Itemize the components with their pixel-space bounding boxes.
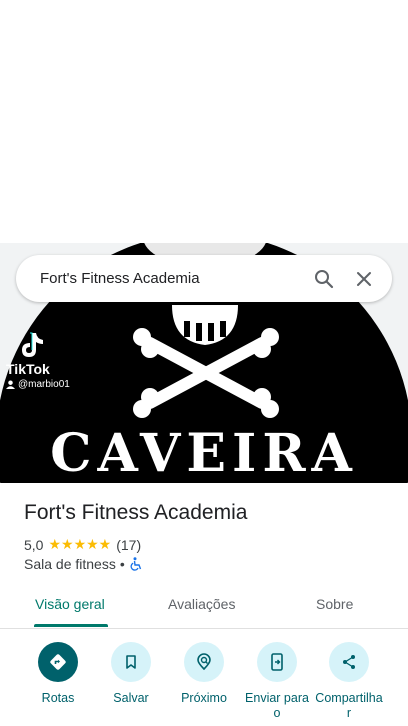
- share-icon: [329, 642, 369, 682]
- review-count: (17): [116, 536, 142, 553]
- tiktok-username: @marbio01: [6, 379, 70, 390]
- tab-overview[interactable]: Visão geral: [35, 596, 105, 612]
- directions-button[interactable]: Rotas: [22, 642, 94, 706]
- nearby-label: Próximo: [181, 691, 227, 705]
- tab-bar: Visão geral Avaliações Sobre: [0, 588, 408, 629]
- save-label: Salvar: [113, 691, 149, 705]
- star-rating: ★★★★★: [48, 536, 112, 552]
- share-button[interactable]: Compartilha r: [313, 642, 385, 721]
- search-bar[interactable]: Fort's Fitness Academia: [16, 255, 392, 302]
- nearby-button[interactable]: Próximo: [168, 642, 240, 706]
- save-button[interactable]: Salvar: [95, 642, 167, 706]
- active-tab-indicator: [34, 624, 108, 627]
- wheelchair-accessible-icon: [130, 557, 141, 571]
- rating-value: 5,0: [24, 536, 44, 553]
- tiktok-watermark: TikTok @marbio01: [6, 331, 70, 390]
- tiktok-logo-icon: [22, 332, 43, 357]
- category-label: Sala de fitness: [24, 556, 116, 572]
- close-icon[interactable]: [344, 259, 384, 299]
- directions-icon: [38, 642, 78, 682]
- person-icon: [6, 380, 15, 389]
- category-row: Sala de fitness •: [24, 556, 143, 572]
- send-to-phone-button[interactable]: Enviar para o: [241, 642, 313, 721]
- tiktok-brand-text: TikTok: [6, 361, 50, 377]
- tab-reviews[interactable]: Avaliações: [168, 596, 235, 612]
- directions-label: Rotas: [41, 691, 75, 705]
- place-title: Fort's Fitness Academia: [24, 501, 248, 524]
- search-icon[interactable]: [304, 259, 344, 299]
- send-to-phone-label: Enviar para o: [245, 691, 309, 720]
- search-input[interactable]: Fort's Fitness Academia: [40, 270, 304, 287]
- photo-caption-caveira: CAVEIRA: [50, 423, 358, 483]
- rating-row[interactable]: 5,0 ★★★★★ (17): [24, 536, 141, 553]
- tab-about[interactable]: Sobre: [316, 596, 353, 612]
- category-separator: •: [119, 556, 125, 572]
- nearby-icon: [184, 642, 224, 682]
- share-label: Compartilha r: [315, 691, 383, 720]
- bookmark-icon: [111, 642, 151, 682]
- send-to-phone-icon: [257, 642, 297, 682]
- tiktok-username-text: @marbio01: [18, 379, 70, 390]
- blank-map-area: [0, 0, 408, 243]
